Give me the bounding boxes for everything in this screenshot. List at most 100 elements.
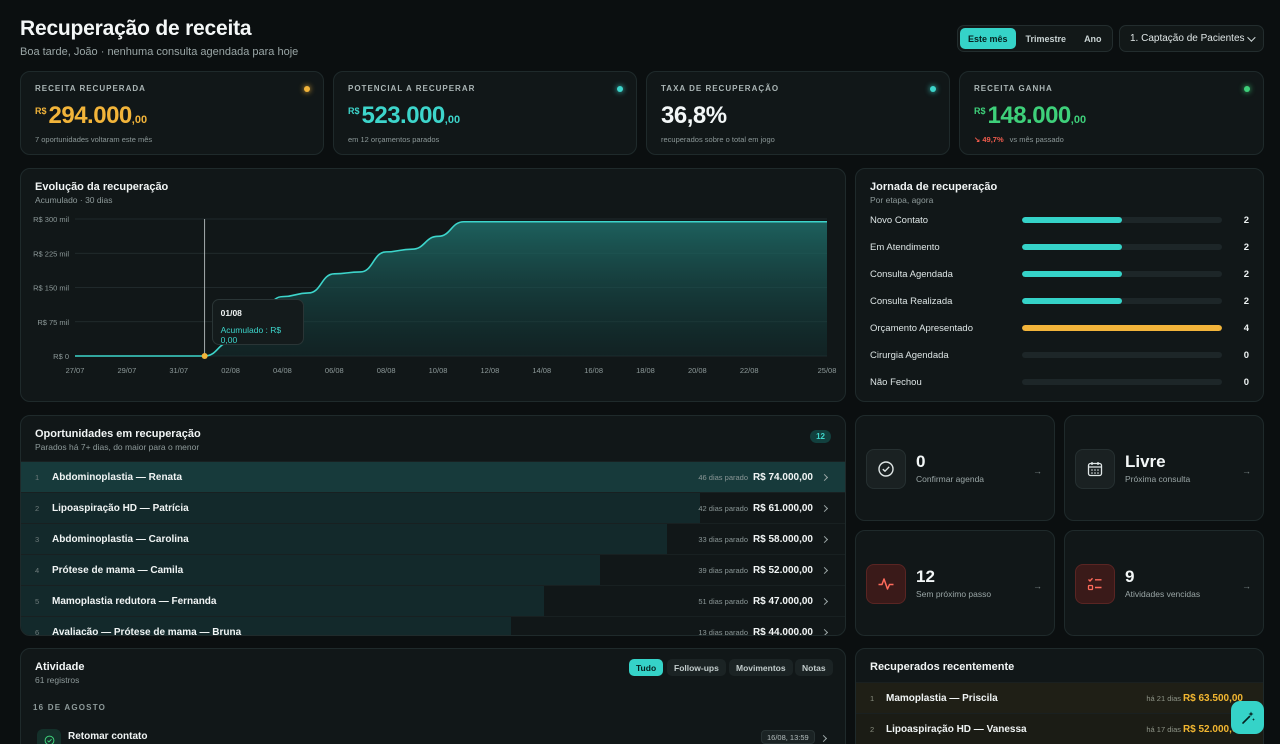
- chart-tooltip: 01/08 Acumulado : R$ 0,00: [211, 299, 304, 345]
- row-index: 4: [35, 565, 40, 575]
- journey-stage[interactable]: Consulta Realizada 2: [870, 294, 1249, 308]
- journey-card: Jornada de recuperação Por etapa, agora …: [855, 168, 1264, 402]
- calendar-icon: [1075, 449, 1115, 489]
- kpi-value: R$ 523.000 ,00: [348, 102, 460, 130]
- kpi-sub: em 12 orçamentos parados: [348, 135, 439, 144]
- stat-card-proxima-consulta[interactable]: Livre Próxima consulta →: [1064, 415, 1264, 521]
- journey-stage[interactable]: Cirurgia Agendada 0: [870, 348, 1249, 362]
- section-title: Jornada de recuperação: [870, 181, 998, 193]
- kpi-label: RECEITA RECUPERADA: [35, 84, 146, 93]
- filter-notas[interactable]: Notas: [795, 659, 833, 676]
- list-item[interactable]: 2 Lipoaspiração HD — Vanessa há 17 dias …: [856, 713, 1263, 744]
- journey-stage[interactable]: Não Fechou 0: [870, 375, 1249, 389]
- recent-card: Recuperados recentemente 1 Mamoplastia —…: [855, 648, 1264, 744]
- kpi-currency: R$: [974, 106, 986, 116]
- kpi-card-receita-ganha: RECEITA GANHA R$ 148.000 ,00 ↘ 49,7% vs …: [959, 71, 1264, 155]
- arrow-right-icon: →: [1242, 466, 1251, 476]
- kpi-delta: ↘ 49,7%: [974, 135, 1004, 144]
- journey-stage-count: 2: [1243, 214, 1249, 226]
- tab-este-mes[interactable]: Este mês: [960, 28, 1016, 49]
- kpi-sub-text: vs mês passado: [1009, 135, 1064, 144]
- kpi-card-potencial: POTENCIAL A RECUPERAR R$ 523.000 ,00 em …: [333, 71, 637, 155]
- table-row[interactable]: 1 Abdominoplastia — Renata 46 dias parado R…: [21, 461, 845, 492]
- tab-trimestre[interactable]: Trimestre: [1018, 28, 1075, 49]
- chart-area: [75, 221, 827, 356]
- chevron-right-icon: [820, 535, 829, 543]
- row-name: Abdominoplastia — Carolina: [52, 533, 189, 545]
- journey-stage[interactable]: Em Atendimento 2: [870, 240, 1249, 254]
- filter-movimentos[interactable]: Movimentos: [729, 659, 793, 676]
- kpi-value: R$ 148.000 ,00: [974, 102, 1086, 130]
- list-item[interactable]: 1 Mamoplastia — Priscila há 21 dias R$ 6…: [856, 682, 1263, 713]
- journey-stage-label: Cirurgia Agendada: [870, 349, 949, 361]
- row-value: R$ 44.000,00: [752, 626, 813, 636]
- tab-ano[interactable]: Ano: [1076, 28, 1110, 49]
- row-days: 33 dias parado: [698, 534, 748, 544]
- kpi-label: RECEITA GANHA: [974, 84, 1053, 93]
- table-row[interactable]: 6 Avaliação — Prótese de mama — Bruna 13 d…: [21, 616, 845, 636]
- journey-stage-count: 0: [1243, 376, 1249, 388]
- stat-card-confirmar-agenda[interactable]: 0 Confirmar agenda →: [855, 415, 1055, 521]
- x-tick-label: 18/08: [636, 366, 655, 375]
- journey-stage-label: Consulta Agendada: [870, 268, 953, 280]
- assistant-button[interactable]: [1231, 701, 1264, 734]
- journey-stage-track: [1022, 244, 1222, 250]
- status-dot: [617, 86, 623, 92]
- journey-stage[interactable]: Orçamento Apresentado 4: [870, 321, 1249, 335]
- section-subtitle: 61 registros: [35, 675, 80, 685]
- journey-stage-fill: [1022, 271, 1122, 277]
- filter-tudo[interactable]: Tudo: [629, 659, 664, 676]
- list-item-index: 2: [870, 724, 875, 734]
- list-item-index: 1: [870, 693, 875, 703]
- kpi-number: 36,8%: [661, 102, 727, 129]
- activity-item-title[interactable]: Retomar contato: [68, 731, 147, 742]
- kpi-number: 148.000: [987, 102, 1072, 129]
- pipeline-select[interactable]: 1. Captação de Pacientes: [1119, 25, 1264, 52]
- period-selector: Este mês Trimestre Ano: [957, 25, 1113, 52]
- journey-stage[interactable]: Consulta Agendada 2: [870, 267, 1249, 281]
- journey-stage[interactable]: Novo Contato 2: [870, 213, 1249, 227]
- row-value: R$ 52.000,00: [752, 564, 813, 576]
- page-subtitle: Boa tarde, João · nenhuma consulta agend…: [20, 46, 299, 58]
- journey-stage-label: Novo Contato: [870, 214, 929, 226]
- kpi-sub: recuperados sobre o total em jogo: [661, 135, 775, 144]
- row-days: 46 dias parado: [698, 472, 748, 482]
- kpi-number: 523.000: [361, 102, 446, 129]
- x-tick-label: 16/08: [584, 366, 603, 375]
- kpi-number: 294.000: [48, 102, 133, 129]
- y-tick-label: R$ 300 mil: [33, 215, 69, 224]
- x-tick-label: 31/07: [169, 366, 188, 375]
- section-subtitle: Por etapa, agora: [870, 195, 934, 205]
- kpi-label: TAXA DE RECUPERAÇÃO: [661, 84, 780, 93]
- stat-value: 12: [916, 567, 935, 586]
- journey-stage-track: [1022, 379, 1222, 385]
- kpi-sub: 7 oportunidades voltaram este mês: [35, 135, 152, 144]
- journey-stage-label: Consulta Realizada: [870, 295, 953, 307]
- table-row[interactable]: 4 Prótese de mama — Camila 39 dias parado R…: [21, 554, 845, 585]
- kpi-sub: ↘ 49,7% vs mês passado: [974, 135, 1064, 144]
- section-subtitle: Parados há 7+ dias, do maior para o meno…: [35, 442, 200, 452]
- status-dot: [304, 86, 310, 92]
- journey-stage-fill: [1022, 244, 1122, 250]
- chart-marker[interactable]: [201, 353, 208, 359]
- journey-stage-track: [1022, 271, 1222, 277]
- stat-value: 9: [1125, 567, 1135, 586]
- table-row[interactable]: 2 Lipoaspiração HD — Patrícia 42 dias para…: [21, 492, 845, 523]
- stat-label: Atividades vencidas: [1125, 589, 1201, 599]
- activity-card: Atividade 61 registros Tudo Follow-ups M…: [20, 648, 846, 744]
- row-days: 42 dias parado: [698, 503, 748, 513]
- stat-card-sem-proximo-passo[interactable]: 12 Sem próximo passo →: [855, 530, 1055, 636]
- row-value: R$ 74.000,00: [752, 471, 813, 483]
- journey-stage-count: 0: [1243, 349, 1249, 361]
- table-row[interactable]: 5 Mamoplastia redutora — Fernanda 51 dias …: [21, 585, 845, 616]
- row-name: Avaliação — Prótese de mama — Bruna: [52, 626, 242, 636]
- stat-card-atividades-vencidas[interactable]: 9 Atividades vencidas →: [1064, 530, 1264, 636]
- evolution-chart: R$ 0 R$ 75 mil R$ 150 mil R$ 225 mil R$ 300 …: [33, 215, 836, 375]
- kpi-cents: ,00: [131, 114, 148, 126]
- filter-follow-ups[interactable]: Follow-ups: [667, 659, 726, 676]
- kpi-card-taxa: TAXA DE RECUPERAÇÃO 36,8% recuperados so…: [646, 71, 950, 155]
- chevron-right-icon[interactable]: [819, 734, 828, 743]
- x-tick-label: 14/08: [532, 366, 551, 375]
- row-index: 3: [35, 534, 40, 544]
- table-row[interactable]: 3 Abdominoplastia — Carolina 33 dias parad…: [21, 523, 845, 554]
